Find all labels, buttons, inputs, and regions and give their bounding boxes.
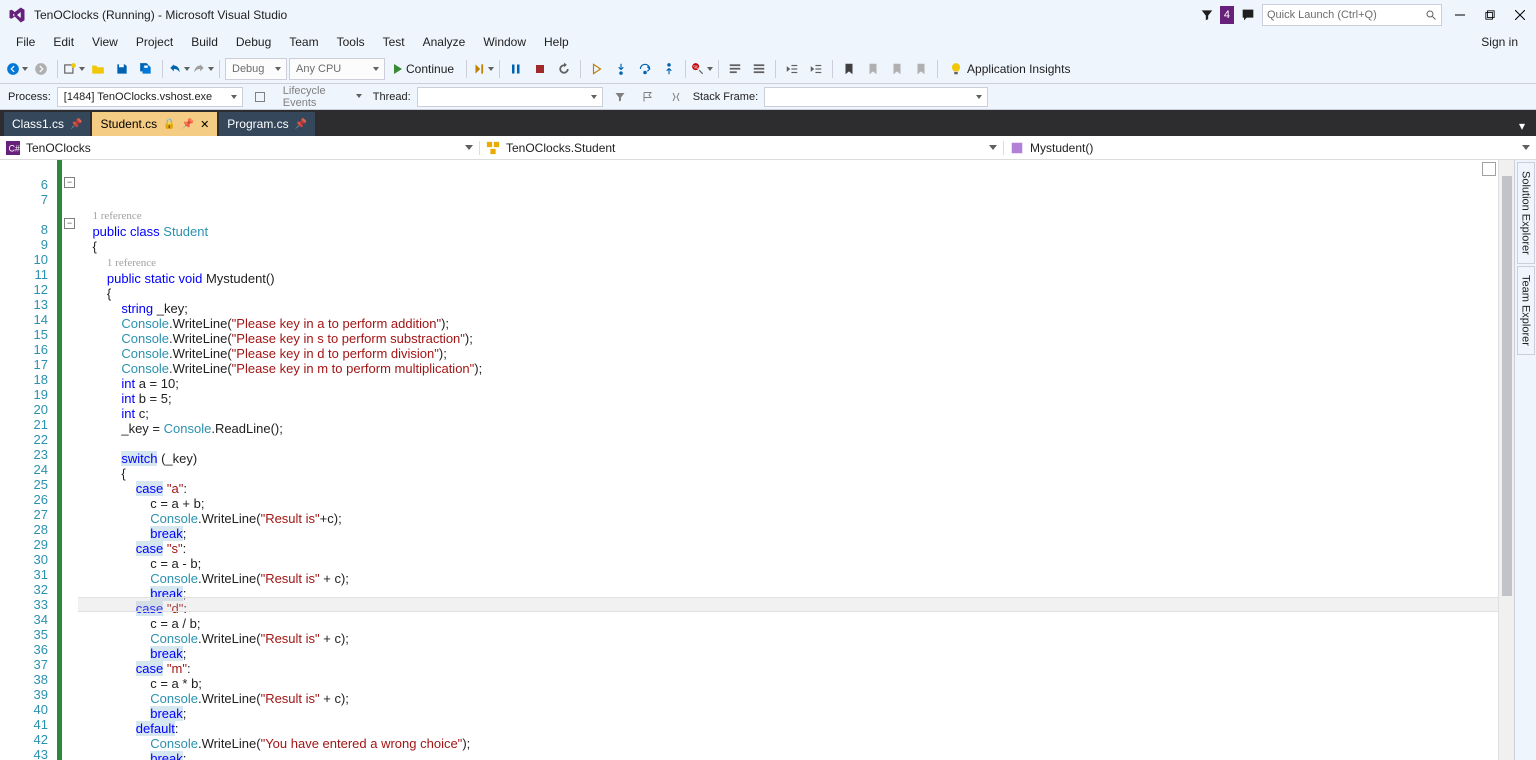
menu-team[interactable]: Team <box>281 33 326 51</box>
filter-thread-icon[interactable] <box>609 86 631 108</box>
change-indicator <box>56 160 64 760</box>
menu-window[interactable]: Window <box>475 33 534 51</box>
menu-help[interactable]: Help <box>536 33 577 51</box>
menu-build[interactable]: Build <box>183 33 226 51</box>
pin-icon[interactable]: 📌 <box>70 119 82 130</box>
svg-text:C#: C# <box>9 143 20 153</box>
method-icon <box>1010 141 1024 155</box>
config-combo[interactable]: Debug <box>225 58 287 80</box>
solution-explorer-tab[interactable]: Solution Explorer <box>1517 162 1535 264</box>
thread-marker-icon[interactable] <box>665 86 687 108</box>
pause-button[interactable] <box>505 58 527 80</box>
class-icon <box>486 141 500 155</box>
lifecycle-icon[interactable] <box>249 86 271 108</box>
flag-thread-icon[interactable] <box>637 86 659 108</box>
pin-icon[interactable]: 📌 <box>295 119 307 130</box>
process-combo[interactable]: [1484] TenOClocks.vshost.exe <box>57 87 243 107</box>
notification-badge[interactable]: 4 <box>1220 6 1234 24</box>
document-tabs: Class1.cs📌 Student.cs🔒📌✕ Program.cs📌 ▾ <box>0 110 1536 136</box>
save-button[interactable] <box>111 58 133 80</box>
tab-class1[interactable]: Class1.cs📌 <box>4 112 90 136</box>
menu-project[interactable]: Project <box>128 33 181 51</box>
stackframe-label: Stack Frame: <box>693 91 758 103</box>
vs-logo-icon <box>8 6 26 24</box>
menu-file[interactable]: File <box>8 33 43 51</box>
step-out-button[interactable] <box>658 58 680 80</box>
process-label: Process: <box>8 91 51 103</box>
platform-combo[interactable]: Any CPU <box>289 58 385 80</box>
search-icon <box>1425 9 1437 21</box>
lock-icon: 🔒 <box>163 119 175 130</box>
member-combo[interactable]: Mystudent() <box>1004 141 1536 155</box>
redo-button[interactable] <box>192 58 214 80</box>
menu-analyze[interactable]: Analyze <box>415 33 474 51</box>
open-file-button[interactable] <box>87 58 109 80</box>
window-title: TenOClocks (Running) - Microsoft Visual … <box>34 8 1200 22</box>
feedback-icon[interactable] <box>1240 7 1256 23</box>
project-combo[interactable]: C#TenOClocks <box>0 141 480 155</box>
step-button-1[interactable] <box>472 58 494 80</box>
menu-test[interactable]: Test <box>375 33 413 51</box>
debug-toolbar: Process: [1484] TenOClocks.vshost.exe Li… <box>0 84 1536 110</box>
play-icon <box>394 64 402 74</box>
thread-combo[interactable] <box>417 87 603 107</box>
tab-student[interactable]: Student.cs🔒📌✕ <box>92 112 217 136</box>
increase-indent-button[interactable] <box>805 58 827 80</box>
comment-button[interactable] <box>724 58 746 80</box>
title-bar: TenOClocks (Running) - Microsoft Visual … <box>0 0 1536 30</box>
nav-forward-button[interactable] <box>30 58 52 80</box>
next-bookmark-button[interactable] <box>886 58 908 80</box>
collapse-icon[interactable]: − <box>64 218 75 229</box>
line-numbers: 67 8910111213141516171819202122232425262… <box>0 160 56 760</box>
continue-button[interactable]: Continue <box>387 58 461 80</box>
menu-tools[interactable]: Tools <box>329 33 373 51</box>
svg-text:%: % <box>693 65 698 71</box>
menu-edit[interactable]: Edit <box>45 33 82 51</box>
navigation-bar: C#TenOClocks TenOClocks.Student Mystuden… <box>0 136 1536 160</box>
thread-label: Thread: <box>373 91 411 103</box>
menu-bar: File Edit View Project Build Debug Team … <box>0 30 1536 54</box>
tab-program[interactable]: Program.cs📌 <box>219 112 315 136</box>
stop-button[interactable] <box>529 58 551 80</box>
stackframe-combo[interactable] <box>764 87 988 107</box>
clear-bookmarks-button[interactable] <box>910 58 932 80</box>
close-button[interactable] <box>1508 4 1532 26</box>
step-into-button[interactable] <box>610 58 632 80</box>
prev-bookmark-button[interactable] <box>862 58 884 80</box>
menu-view[interactable]: View <box>84 33 126 51</box>
maximize-button[interactable] <box>1478 4 1502 26</box>
restart-button[interactable] <box>553 58 575 80</box>
nav-backward-button[interactable] <box>6 58 28 80</box>
new-project-button[interactable] <box>63 58 85 80</box>
step-over-button[interactable] <box>634 58 656 80</box>
menu-debug[interactable]: Debug <box>228 33 279 51</box>
sign-in-button[interactable]: Sign in <box>1471 33 1528 51</box>
type-combo[interactable]: TenOClocks.Student <box>480 141 1004 155</box>
code-editor[interactable]: 67 8910111213141516171819202122232425262… <box>0 160 1536 760</box>
intellitrace-button[interactable]: % <box>691 58 713 80</box>
close-icon[interactable]: ✕ <box>200 118 209 131</box>
app-insights-button[interactable]: Application Insights <box>943 62 1076 76</box>
filter-icon[interactable] <box>1200 8 1214 22</box>
minimize-button[interactable] <box>1448 4 1472 26</box>
side-panels: Solution Explorer Team Explorer <box>1514 160 1536 760</box>
bookmark-button[interactable] <box>838 58 860 80</box>
decrease-indent-button[interactable] <box>781 58 803 80</box>
next-statement-button[interactable] <box>586 58 608 80</box>
outline-column[interactable]: − − <box>64 160 78 760</box>
lifecycle-combo[interactable]: Lifecycle Events <box>277 87 367 107</box>
code-area[interactable]: 1 reference public class Student { 1 ref… <box>78 160 1498 760</box>
main-toolbar: Debug Any CPU Continue % Application Ins… <box>0 54 1536 84</box>
split-icon[interactable] <box>1482 162 1496 176</box>
csharp-project-icon: C# <box>6 141 20 155</box>
quick-launch-input[interactable]: Quick Launch (Ctrl+Q) <box>1262 4 1442 26</box>
undo-button[interactable] <box>168 58 190 80</box>
save-all-button[interactable] <box>135 58 157 80</box>
uncomment-button[interactable] <box>748 58 770 80</box>
collapse-icon[interactable]: − <box>64 177 75 188</box>
pin-icon[interactable]: 📌 <box>182 119 194 130</box>
vertical-scrollbar[interactable] <box>1498 160 1514 760</box>
team-explorer-tab[interactable]: Team Explorer <box>1517 266 1535 355</box>
tab-overflow-button[interactable]: ▾ <box>1512 116 1532 136</box>
